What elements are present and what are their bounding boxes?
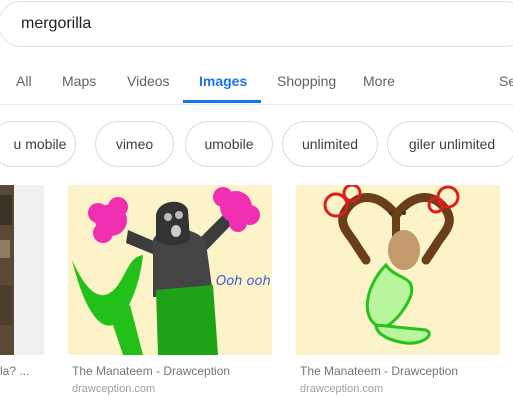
result-title-2[interactable]: The Manateem - Drawception — [72, 364, 230, 378]
chip-u-mobile[interactable]: u mobile — [0, 121, 76, 167]
photo-thumbnail — [0, 185, 44, 355]
tab-more[interactable]: More — [363, 73, 395, 89]
chip-label: giler unlimited — [408, 136, 496, 152]
gorilla-drawing: Ooh ooh ahh! — [72, 187, 272, 355]
manatee-drawing — [323, 185, 460, 345]
search-input[interactable]: mergorilla — [21, 15, 91, 33]
tab-all[interactable]: All — [16, 73, 32, 89]
tabs-divider — [0, 104, 513, 105]
tab-videos[interactable]: Videos — [127, 73, 170, 89]
chip-label: umobile — [204, 136, 254, 152]
result-source-3[interactable]: drawception.com — [300, 383, 383, 395]
chip-giler-unlimited[interactable]: giler unlimited — [387, 121, 513, 167]
tab-maps[interactable]: Maps — [62, 73, 96, 89]
result-image-2[interactable]: Ooh ooh ahh! — [68, 185, 272, 355]
active-tab-indicator — [183, 100, 261, 103]
result-image-1[interactable] — [0, 185, 44, 355]
result-source-2[interactable]: drawception.com — [72, 383, 155, 395]
chip-label: u mobile — [13, 136, 67, 152]
drawing-text: Ooh ooh ahh! — [216, 274, 272, 289]
chip-label: unlimited — [301, 136, 359, 152]
tab-shopping[interactable]: Shopping — [277, 73, 336, 89]
result-image-3[interactable] — [296, 185, 500, 355]
tab-images[interactable]: Images — [199, 73, 247, 89]
chip-label: vimeo — [115, 136, 154, 152]
result-title-3[interactable]: The Manateem - Drawception — [300, 364, 458, 378]
search-tabs: All Maps Videos Images Shopping More Se — [0, 61, 513, 105]
search-box[interactable]: mergorilla — [0, 1, 513, 47]
chip-unlimited[interactable]: unlimited — [282, 121, 378, 167]
result-title-1[interactable]: la? ... — [0, 364, 29, 378]
chip-umobile[interactable]: umobile — [185, 121, 273, 167]
chip-vimeo[interactable]: vimeo — [95, 121, 174, 167]
tab-settings[interactable]: Se — [499, 73, 513, 89]
